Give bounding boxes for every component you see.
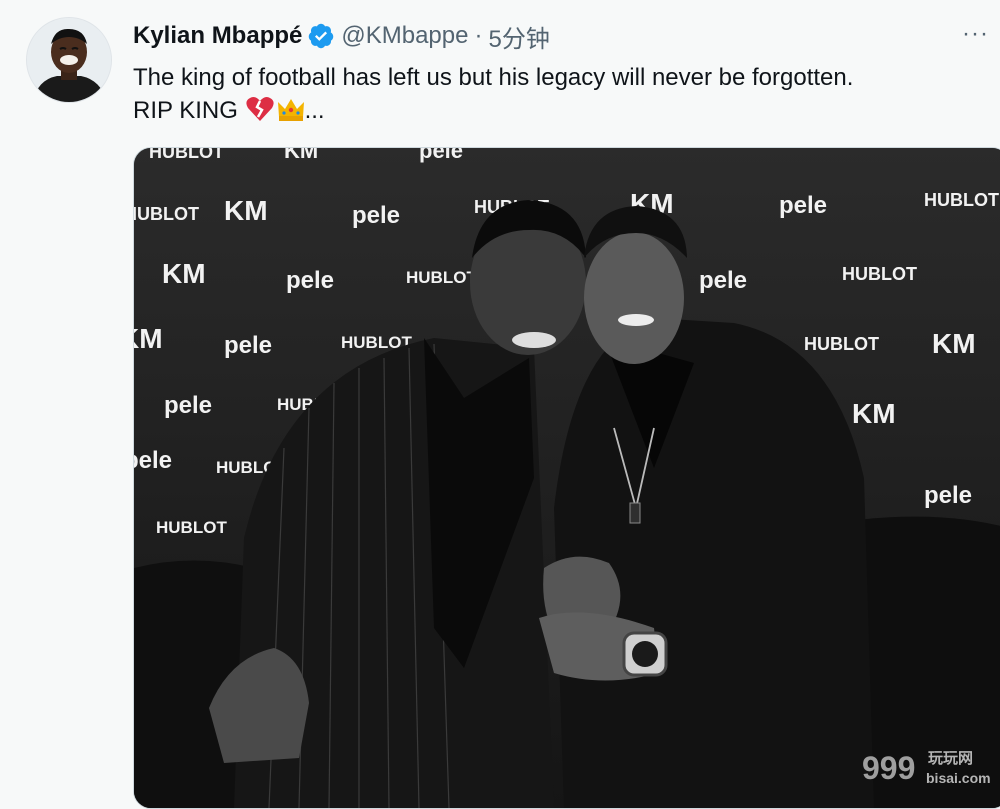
backdrop-logo: HUBLOT xyxy=(842,264,917,284)
watermark-domain: bisai.com xyxy=(926,770,991,786)
verified-badge-icon xyxy=(307,22,335,50)
tweet-header: Kylian Mbappé @KMbappe · 5分钟 xyxy=(133,19,550,53)
backdrop-logo: pele xyxy=(924,482,972,509)
backdrop-logo: pele xyxy=(352,202,400,229)
backdrop-logo: pele xyxy=(164,392,212,419)
watermark-brand: 玩玩网 xyxy=(928,749,973,767)
backdrop-logo: pele xyxy=(779,192,827,219)
backdrop-logo: KM xyxy=(134,323,163,354)
author-handle[interactable]: @KMbappe xyxy=(341,22,468,50)
backdrop-logo: KM xyxy=(162,258,206,289)
tweet-text: The king of football has left us but his… xyxy=(133,61,973,127)
more-options-icon[interactable]: ··· xyxy=(962,22,996,50)
tweet-text-ellipsis: ... xyxy=(304,97,325,124)
crown-icon xyxy=(275,95,305,123)
backdrop-logo: pele xyxy=(134,447,172,474)
backdrop-logo: HUBLOT xyxy=(406,268,477,287)
backdrop-logo: HUBLOT xyxy=(156,518,227,537)
broken-heart-icon xyxy=(245,95,275,123)
backdrop-logo: KM xyxy=(224,195,268,226)
avatar[interactable] xyxy=(26,17,112,103)
separator: · xyxy=(474,22,483,49)
backdrop-logo: KM xyxy=(284,148,318,163)
backdrop-logo: pele xyxy=(699,267,747,294)
tweet-photo[interactable]: HUBLOT KM pele HUBLOT KM pele HUBLOT KM … xyxy=(133,147,1000,809)
timestamp[interactable]: 5分钟 xyxy=(488,19,549,54)
tweet-text-line-1: The king of football has left us but his… xyxy=(133,64,854,91)
backdrop-logo: KM xyxy=(852,398,896,429)
backdrop-logo: HUBLOT xyxy=(149,148,224,162)
backdrop-logo: HUBLOT xyxy=(134,204,199,224)
tweet[interactable]: Kylian Mbappé @KMbappe · 5分钟 ··· The kin… xyxy=(0,0,1000,809)
backdrop-logo: pele xyxy=(286,267,334,294)
tweet-text-line-2: RIP KING ... xyxy=(133,94,973,127)
backdrop-logo: HUBLOT xyxy=(804,334,879,354)
tweet-text-rip: RIP KING xyxy=(133,97,245,124)
backdrop-logo: HUBLOT xyxy=(924,190,999,210)
watermark-logo: 999 玩玩网 bisai.com xyxy=(862,745,1000,790)
watermark-number: 999 xyxy=(862,750,915,786)
author-name[interactable]: Kylian Mbappé xyxy=(133,22,302,50)
backdrop-logo: pele xyxy=(419,148,463,163)
backdrop-logo: pele xyxy=(224,332,272,359)
backdrop-logo: KM xyxy=(932,328,976,359)
